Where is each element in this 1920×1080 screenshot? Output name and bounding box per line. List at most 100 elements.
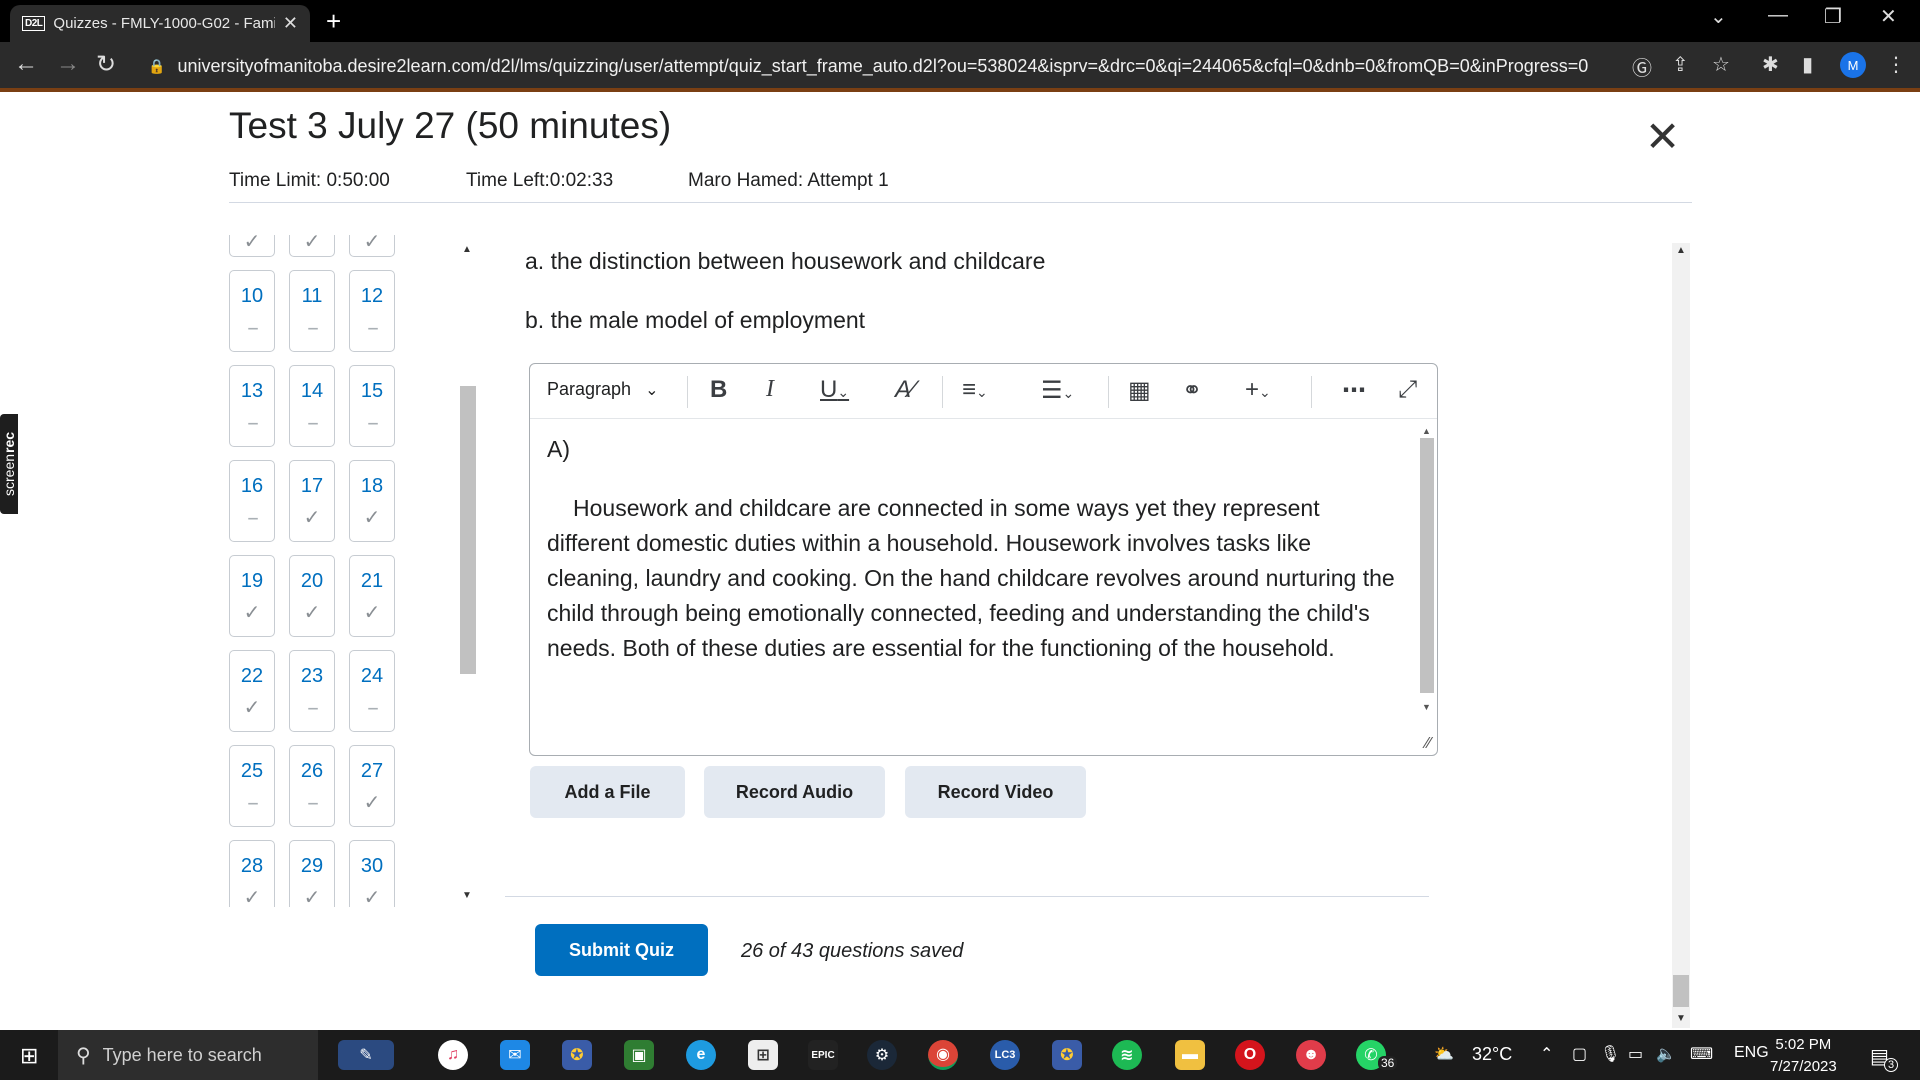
question-cell[interactable]: 27 ✓ — [349, 745, 395, 827]
side-panel-icon[interactable]: ▮ — [1802, 52, 1813, 77]
align-icon[interactable]: ≡⌄ — [962, 376, 988, 404]
question-cell[interactable]: ✓ — [229, 235, 275, 257]
battery-icon[interactable]: ▭ — [1628, 1044, 1643, 1064]
browser-tab[interactable]: D2L Quizzes - FMLY-1000-G02 - Fami ✕ — [10, 5, 310, 42]
question-cell[interactable]: 28 ✓ — [229, 840, 275, 907]
back-icon[interactable]: ← — [14, 50, 38, 78]
scroll-down-icon[interactable]: ▼ — [462, 890, 472, 901]
widgets-icon[interactable]: ✎ — [338, 1040, 394, 1070]
url-field[interactable]: 🔒 universityofmanitoba.desire2learn.com/… — [148, 50, 1588, 82]
question-cell[interactable]: 10 -- — [229, 270, 275, 352]
language-indicator[interactable]: ENG — [1734, 1044, 1769, 1062]
temperature[interactable]: 32°C — [1472, 1044, 1512, 1065]
page-scroll-up-icon[interactable]: ▲ — [1676, 245, 1686, 256]
answer-editor[interactable]: Paragraph ⌄ B I U⌄ A⁄ ≡⌄ ☰⌄ ▦ ⚭ +⌄ ⋯ ⤢ A)… — [529, 363, 1438, 756]
question-cell[interactable]: 16 -- — [229, 460, 275, 542]
question-cell[interactable]: 12 -- — [349, 270, 395, 352]
google-extension-icon[interactable]: Ⓖ — [1632, 52, 1652, 81]
italic-icon[interactable]: I — [766, 376, 774, 403]
tab-close-icon[interactable]: ✕ — [283, 13, 298, 34]
store-icon[interactable]: ⊞ — [748, 1040, 778, 1070]
question-cell[interactable]: 13 -- — [229, 365, 275, 447]
epic-games-icon[interactable]: EPIC — [808, 1040, 838, 1070]
question-cell[interactable]: 23 -- — [289, 650, 335, 732]
question-cell[interactable]: 18 ✓ — [349, 460, 395, 542]
editor-content[interactable]: A) Housework and childcare are connected… — [547, 432, 1407, 666]
tab-search-chevron-icon[interactable]: ⌄ — [1710, 4, 1727, 29]
question-cell[interactable]: 24 -- — [349, 650, 395, 732]
fullscreen-icon[interactable]: ⤢ — [1398, 376, 1417, 404]
windows-start-icon[interactable]: ⊞ — [20, 1043, 38, 1069]
record-video-button[interactable]: Record Video — [905, 766, 1086, 818]
tray-overflow-icon[interactable]: ⌃ — [1540, 1044, 1553, 1064]
editor-scroll-down-icon[interactable]: ▼ — [1422, 702, 1431, 712]
more-icon[interactable]: ⋯ — [1342, 376, 1366, 405]
link-icon[interactable]: ⚭ — [1182, 376, 1202, 405]
edge-icon[interactable]: e — [686, 1040, 716, 1070]
weather-icon[interactable]: ⛅ — [1434, 1044, 1454, 1064]
navigator-scroll-thumb[interactable] — [460, 386, 476, 674]
editor-scroll-thumb[interactable] — [1420, 438, 1434, 693]
share-icon[interactable]: ⇪ — [1672, 52, 1689, 77]
question-cell[interactable]: 26 -- — [289, 745, 335, 827]
volume-icon[interactable]: 🔈 — [1656, 1044, 1676, 1064]
medal-icon-2[interactable]: ✪ — [1052, 1040, 1082, 1070]
scroll-up-icon[interactable]: ▲ — [462, 244, 472, 255]
reload-icon[interactable]: ↻ — [96, 50, 116, 79]
submit-quiz-button[interactable]: Submit Quiz — [535, 924, 708, 976]
mail-icon[interactable]: ✉ — [500, 1040, 530, 1070]
taskbar-search[interactable]: ⚲ Type here to search — [58, 1030, 318, 1080]
record-audio-button[interactable]: Record Audio — [704, 766, 885, 818]
chat-app-icon[interactable]: ☻ — [1296, 1040, 1326, 1070]
underline-icon[interactable]: U⌄ — [820, 376, 849, 404]
resize-handle-icon[interactable]: ⁄⁄ — [1426, 735, 1431, 753]
question-cell[interactable]: 25 -- — [229, 745, 275, 827]
question-cell[interactable]: 20 ✓ — [289, 555, 335, 637]
opera-icon[interactable]: O — [1235, 1040, 1265, 1070]
question-cell[interactable]: 30 ✓ — [349, 840, 395, 907]
question-cell[interactable]: 21 ✓ — [349, 555, 395, 637]
window-close-icon[interactable]: ✕ — [1880, 4, 1897, 29]
itunes-icon[interactable]: ♫ — [438, 1040, 468, 1070]
format-clear-icon[interactable]: A⁄ — [895, 376, 915, 404]
question-cell[interactable]: 14 -- — [289, 365, 335, 447]
insert-plus-icon[interactable]: +⌄ — [1245, 376, 1271, 404]
question-cell[interactable]: 17 ✓ — [289, 460, 335, 542]
question-cell[interactable]: 11 -- — [289, 270, 335, 352]
editor-scrollbar[interactable]: ▲ ▼ — [1419, 424, 1435, 716]
list-icon[interactable]: ☰⌄ — [1041, 376, 1074, 405]
question-cell[interactable]: 22 ✓ — [229, 650, 275, 732]
question-cell[interactable]: 19 ✓ — [229, 555, 275, 637]
steam-icon[interactable]: ⚙ — [867, 1040, 897, 1070]
minimize-icon[interactable]: — — [1768, 4, 1788, 27]
navigator-scrollbar[interactable]: ▲ ▼ — [458, 236, 476, 908]
minecraft-icon[interactable]: ▣ — [624, 1040, 654, 1070]
page-scroll-down-icon[interactable]: ▼ — [1676, 1013, 1686, 1024]
chrome-icon[interactable]: ◉ — [928, 1040, 958, 1070]
close-quiz-icon[interactable]: ✕ — [1645, 116, 1680, 158]
meet-icon[interactable]: ▢ — [1572, 1044, 1587, 1064]
question-cell[interactable]: ✓ — [349, 235, 395, 257]
file-explorer-icon[interactable]: ▬ — [1175, 1040, 1205, 1070]
block-format-select[interactable]: Paragraph ⌄ — [547, 379, 658, 400]
profile-avatar[interactable]: M — [1840, 52, 1866, 78]
screenrec-tab[interactable]: screen rec — [0, 414, 18, 514]
question-cell[interactable]: 15 -- — [349, 365, 395, 447]
system-clock[interactable]: 5:02 PM 7/27/2023 — [1770, 1034, 1837, 1078]
page-scrollbar[interactable]: ▲ ▼ — [1672, 243, 1690, 1028]
microphone-icon[interactable]: 🎙 — [1600, 1044, 1620, 1064]
medal-icon[interactable]: ✪ — [562, 1040, 592, 1070]
browser-menu-icon[interactable]: ⋮ — [1886, 52, 1906, 77]
forward-icon[interactable]: → — [56, 50, 80, 78]
bold-icon[interactable]: B — [710, 376, 727, 404]
keyboard-icon[interactable]: ⌨ — [1690, 1044, 1713, 1064]
new-tab-icon[interactable]: + — [326, 6, 341, 37]
spotify-icon[interactable]: ≋ — [1112, 1040, 1142, 1070]
bookmark-star-icon[interactable]: ☆ — [1712, 52, 1730, 77]
add-file-button[interactable]: Add a File — [530, 766, 685, 818]
question-cell[interactable]: ✓ — [289, 235, 335, 257]
restore-icon[interactable]: ❐ — [1824, 4, 1842, 29]
extensions-puzzle-icon[interactable]: ✱ — [1762, 52, 1779, 77]
lc3-icon[interactable]: LC3 — [990, 1040, 1020, 1070]
insert-stuff-icon[interactable]: ▦ — [1128, 376, 1151, 405]
